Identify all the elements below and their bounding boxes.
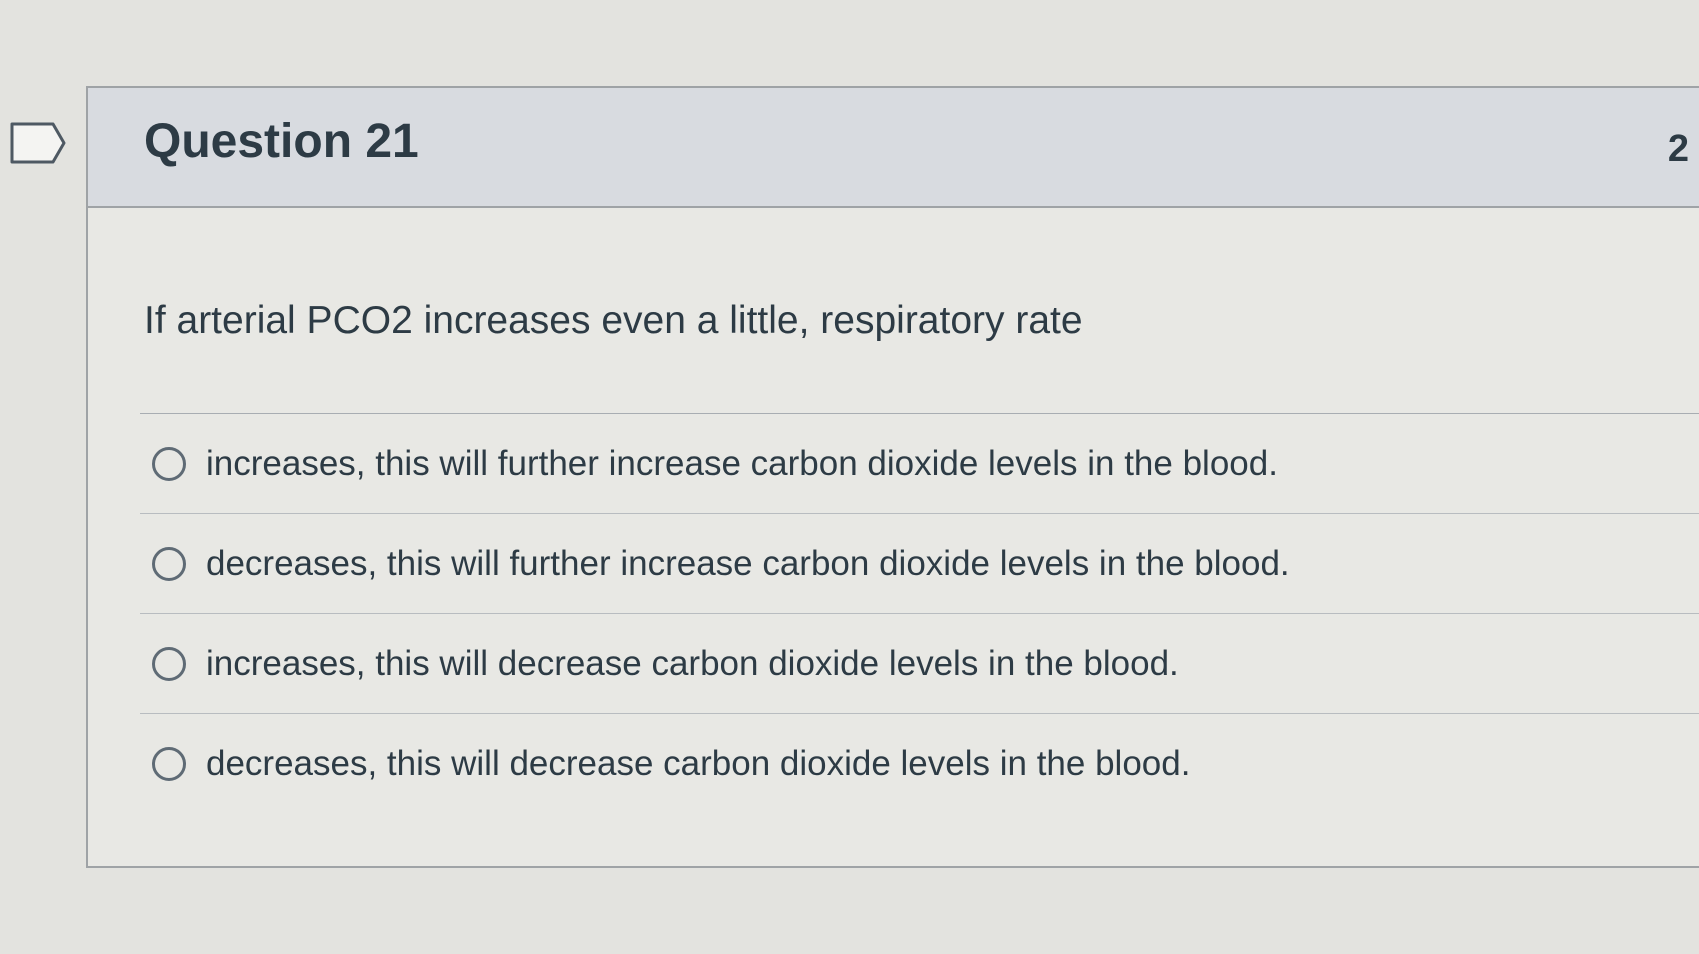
- answer-label: increases, this will further increase ca…: [206, 444, 1278, 483]
- answer-option-1[interactable]: increases, this will further increase ca…: [140, 413, 1699, 513]
- answer-option-3[interactable]: increases, this will decrease carbon dio…: [140, 613, 1699, 713]
- question-card: Question 21 2 If arterial PCO2 increases…: [86, 86, 1699, 868]
- question-points: 2: [1667, 128, 1689, 170]
- answer-option-4[interactable]: decreases, this will decrease carbon dio…: [140, 713, 1699, 813]
- answer-option-2[interactable]: decreases, this will further increase ca…: [140, 513, 1699, 613]
- flag-question-icon[interactable]: [10, 122, 66, 164]
- question-header: Question 21 2: [88, 88, 1699, 208]
- question-title: Question 21: [144, 115, 419, 168]
- radio-button-icon[interactable]: [152, 746, 186, 781]
- question-prompt: If arterial PCO2 increases even a little…: [144, 299, 1083, 342]
- radio-button-icon[interactable]: [152, 546, 186, 581]
- answer-label: decreases, this will decrease carbon dio…: [206, 744, 1191, 783]
- answer-label: decreases, this will further increase ca…: [206, 544, 1290, 583]
- answer-label: increases, this will decrease carbon dio…: [206, 644, 1179, 683]
- radio-button-icon[interactable]: [152, 646, 186, 681]
- answer-list: increases, this will further increase ca…: [140, 413, 1699, 813]
- radio-button-icon[interactable]: [152, 446, 186, 481]
